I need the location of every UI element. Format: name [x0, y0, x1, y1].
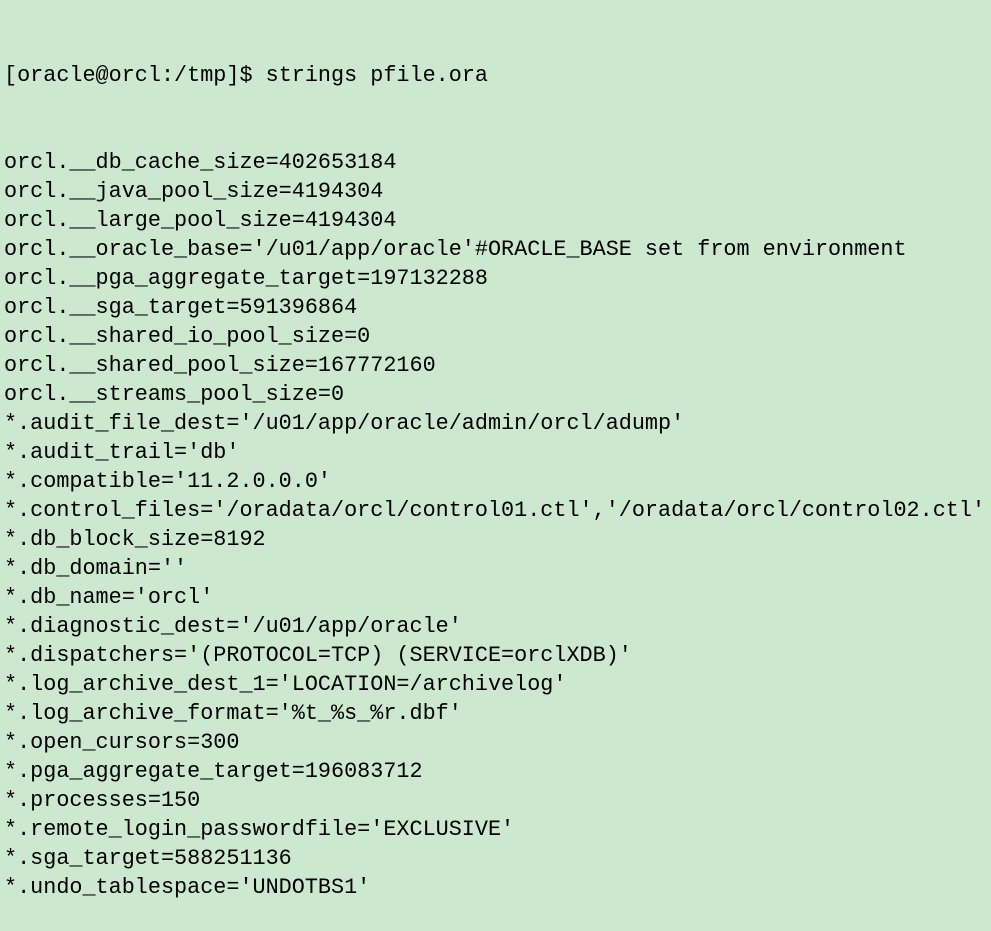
output-line: *.open_cursors=300 [4, 730, 240, 755]
output-line: orcl.__java_pool_size=4194304 [4, 179, 384, 204]
shell-prompt: [oracle@orcl:/tmp]$ [4, 63, 266, 88]
output-line: orcl.__pga_aggregate_target=197132288 [4, 266, 488, 291]
output-line: *.undo_tablespace='UNDOTBS1' [4, 875, 371, 900]
output-line: *.control_files='/oradata/orcl/control01… [4, 498, 986, 523]
output-line: orcl.__db_cache_size=402653184 [4, 150, 397, 175]
output-line: *.db_domain='' [4, 556, 188, 581]
output-line: *.processes=150 [4, 788, 201, 813]
command-text: strings pfile.ora [265, 63, 488, 88]
output-line: orcl.__large_pool_size=4194304 [4, 208, 397, 233]
output-line: orcl.__shared_io_pool_size=0 [4, 324, 371, 349]
output-line: orcl.__streams_pool_size=0 [4, 382, 345, 407]
output-line: *.diagnostic_dest='/u01/app/oracle' [4, 614, 462, 639]
output-line: *.sga_target=588251136 [4, 846, 292, 871]
output-line: *.log_archive_dest_1='LOCATION=/archivel… [4, 672, 567, 697]
command-line: [oracle@orcl:/tmp]$ strings pfile.ora [4, 61, 985, 90]
output-line: *.log_archive_format='%t_%s_%r.dbf' [4, 701, 462, 726]
output-line: orcl.__sga_target=591396864 [4, 295, 358, 320]
output-line: orcl.__oracle_base='/u01/app/oracle'#ORA… [4, 237, 907, 262]
output-line: *.remote_login_passwordfile='EXCLUSIVE' [4, 817, 515, 842]
output-line: *.db_block_size=8192 [4, 527, 266, 552]
output-line: *.audit_file_dest='/u01/app/oracle/admin… [4, 411, 685, 436]
output-line: *.compatible='11.2.0.0.0' [4, 469, 332, 494]
output-line: orcl.__shared_pool_size=167772160 [4, 353, 436, 378]
terminal-output[interactable]: [oracle@orcl:/tmp]$ strings pfile.ora or… [4, 3, 985, 931]
output-line: *.pga_aggregate_target=196083712 [4, 759, 423, 784]
output-line: *.db_name='orcl' [4, 585, 214, 610]
output-line: *.audit_trail='db' [4, 440, 240, 465]
output-line: *.dispatchers='(PROTOCOL=TCP) (SERVICE=o… [4, 643, 632, 668]
